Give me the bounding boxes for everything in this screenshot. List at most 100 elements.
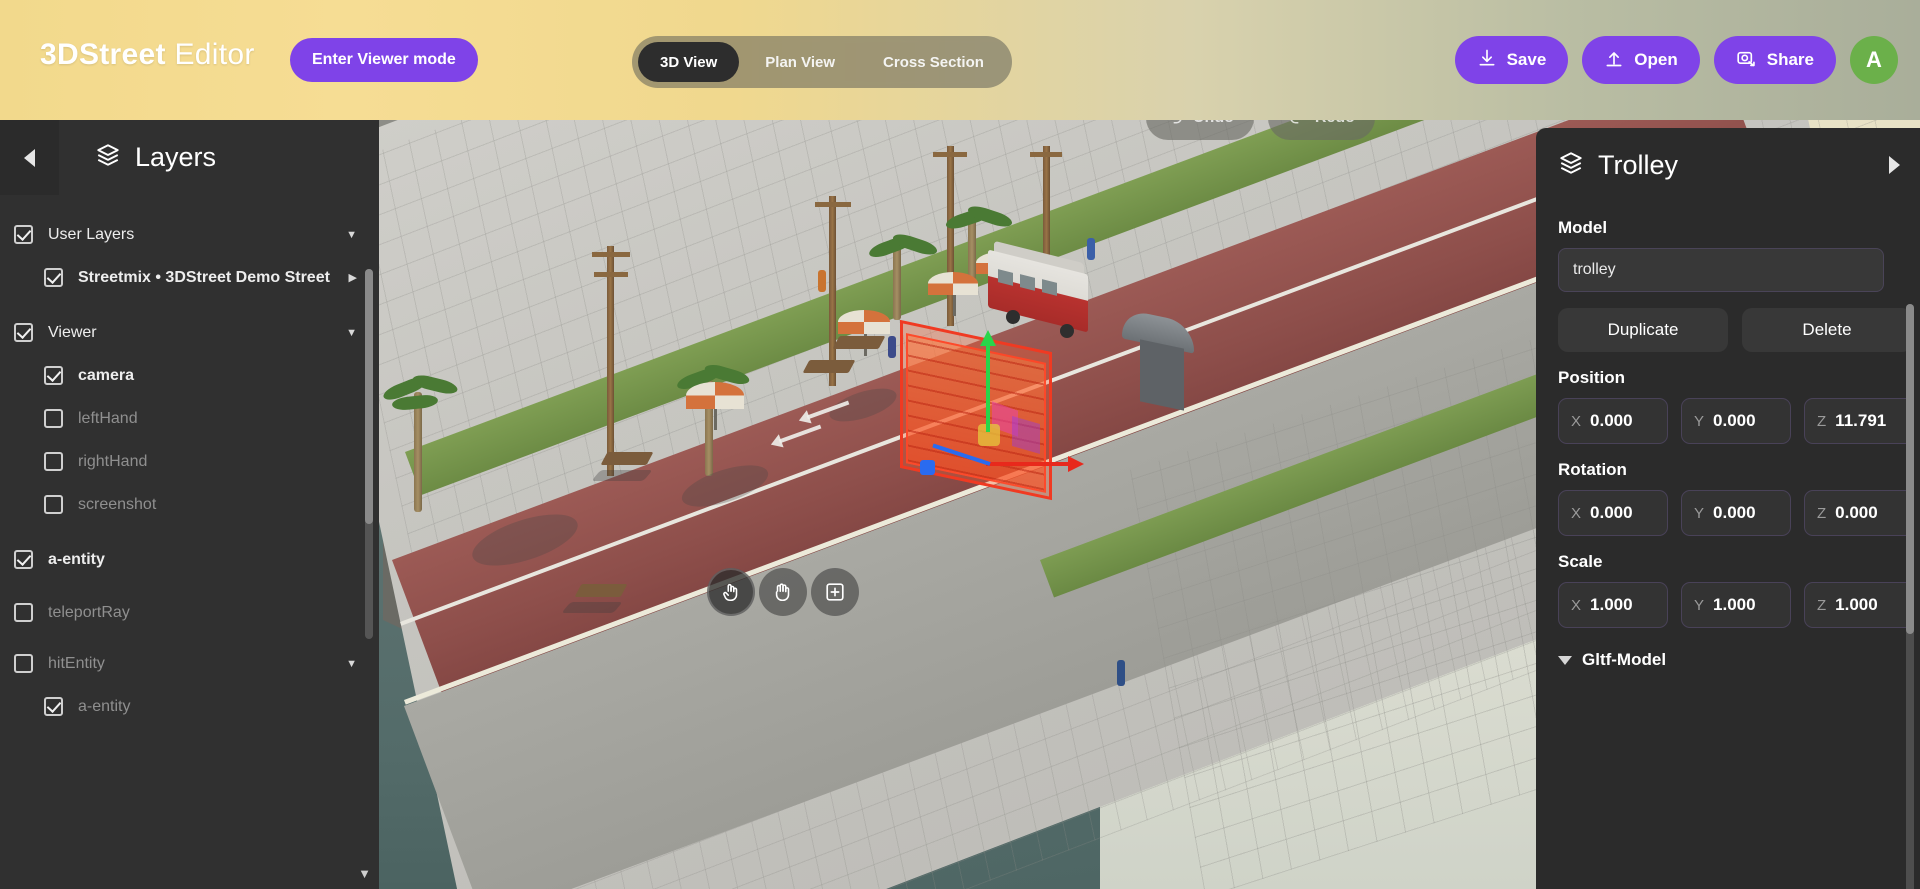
open-label: Open: [1634, 50, 1678, 69]
position-z-field[interactable]: Z 11.791: [1804, 398, 1914, 444]
scale-row: X 1.000 Y 1.000 Z 1.000: [1558, 582, 1920, 628]
axis-label-z: Z: [1817, 596, 1827, 614]
pan-hand-icon: [772, 581, 794, 603]
layer-label: Viewer: [48, 323, 97, 341]
axis-label-y: Y: [1694, 504, 1705, 522]
cafe-umbrella: [928, 272, 978, 295]
layer-checkbox[interactable]: [44, 366, 63, 385]
bench-shadow: [561, 602, 623, 613]
chevron-down-icon[interactable]: ▼: [346, 229, 357, 241]
layer-row-a-entity[interactable]: a-entity: [0, 538, 379, 581]
save-label: Save: [1506, 50, 1547, 69]
layer-label: leftHand: [78, 409, 138, 427]
layer-checkbox[interactable]: [44, 409, 63, 428]
tab-plan-view[interactable]: Plan View: [743, 42, 857, 82]
layers-scrollbar-thumb[interactable]: [365, 269, 373, 524]
layer-row-teleportray[interactable]: teleportRay: [0, 591, 379, 634]
layer-row-hitentity[interactable]: hitEntity ▼: [0, 642, 379, 685]
add-entity-icon: [824, 581, 846, 603]
bus-wheel: [1006, 310, 1020, 324]
rotation-label: Rotation: [1558, 460, 1627, 479]
layer-label: User Layers: [48, 225, 135, 243]
gizmo-axis-x-arrow[interactable]: [1068, 456, 1084, 472]
layer-checkbox[interactable]: [44, 268, 63, 287]
rotation-z-value: 0.000: [1835, 503, 1878, 522]
rotation-y-value: 0.000: [1713, 503, 1756, 522]
chevron-left-icon: [24, 148, 35, 167]
open-button[interactable]: Open: [1582, 36, 1700, 84]
scale-y-field[interactable]: Y 1.000: [1681, 582, 1791, 628]
layer-label: a-entity: [78, 697, 131, 715]
scale-z-field[interactable]: Z 1.000: [1804, 582, 1914, 628]
properties-scrollbar-thumb[interactable]: [1906, 304, 1914, 634]
header-actions: Save Open Share A: [1454, 36, 1898, 84]
model-input[interactable]: [1558, 248, 1884, 292]
scroll-down-icon[interactable]: ▼: [358, 866, 371, 881]
layer-checkbox[interactable]: [44, 697, 63, 716]
pointer-hand-icon-button[interactable]: [707, 568, 755, 616]
utility-pole-arm: [1030, 152, 1062, 157]
share-button[interactable]: Share: [1713, 36, 1836, 84]
gizmo-axis-z-handle[interactable]: [920, 460, 935, 475]
properties-panel: Trolley Model Duplicate Delete Position …: [1536, 128, 1920, 889]
logo-3d: 3D: [40, 38, 79, 71]
cafe-umbrella: [686, 382, 744, 409]
layer-checkbox[interactable]: [14, 654, 33, 673]
street-bench: [600, 452, 654, 465]
pan-hand-icon-button[interactable]: [759, 568, 807, 616]
rotation-x-field[interactable]: X 0.000: [1558, 490, 1668, 536]
layer-row-righthand[interactable]: rightHand: [0, 440, 379, 483]
enter-viewer-mode-button[interactable]: Enter Viewer mode: [290, 38, 478, 82]
download-icon: [1477, 48, 1497, 73]
layer-checkbox[interactable]: [44, 452, 63, 471]
axis-label-x: X: [1571, 596, 1582, 614]
tab-cross-section[interactable]: Cross Section: [861, 42, 1006, 82]
tab-3d-view[interactable]: 3D View: [638, 42, 740, 82]
camera-share-icon: [1736, 47, 1757, 73]
layer-checkbox[interactable]: [14, 603, 33, 622]
rotation-z-field[interactable]: Z 0.000: [1804, 490, 1914, 536]
utility-pole-arm: [592, 252, 630, 257]
layer-checkbox[interactable]: [14, 323, 33, 342]
layers-tree[interactable]: User Layers ▼ Streetmix • 3DStreet Demo …: [0, 195, 379, 889]
user-avatar[interactable]: A: [1850, 36, 1898, 84]
collapse-layers-panel-button[interactable]: [0, 120, 59, 195]
view-mode-switcher[interactable]: 3D View Plan View Cross Section: [632, 36, 1012, 88]
collapse-properties-panel-button[interactable]: [1868, 128, 1920, 202]
layer-checkbox[interactable]: [44, 495, 63, 514]
utility-pole: [829, 196, 836, 386]
layer-row-streetmix-demo[interactable]: Streetmix • 3DStreet Demo Street ▶: [0, 256, 379, 299]
layer-checkbox[interactable]: [14, 225, 33, 244]
layer-row-viewer[interactable]: Viewer ▼: [0, 311, 379, 354]
gizmo-axis-y-arrow[interactable]: [980, 330, 996, 346]
pedestrian: [818, 270, 826, 292]
position-z-value: 11.791: [1835, 411, 1887, 430]
position-label: Position: [1558, 368, 1626, 387]
layer-row-screenshot[interactable]: screenshot: [0, 483, 379, 526]
gltf-model-accordion[interactable]: Gltf-Model: [1558, 650, 1920, 670]
duplicate-button[interactable]: Duplicate: [1558, 308, 1728, 352]
add-entity-icon-button[interactable]: [811, 568, 859, 616]
position-row: X 0.000 Y 0.000 Z 11.791: [1558, 398, 1920, 444]
chevron-down-icon[interactable]: ▼: [346, 658, 357, 670]
gizmo-axis-y[interactable]: [986, 336, 990, 432]
position-y-field[interactable]: Y 0.000: [1681, 398, 1791, 444]
layer-row-a-entity-child[interactable]: a-entity: [0, 685, 379, 728]
layers-panel-header: Layers: [0, 120, 379, 195]
layer-row-user-layers[interactable]: User Layers ▼: [0, 213, 379, 256]
rotation-y-field[interactable]: Y 0.000: [1681, 490, 1791, 536]
position-x-field[interactable]: X 0.000: [1558, 398, 1668, 444]
share-label: Share: [1766, 50, 1814, 69]
layer-row-camera[interactable]: camera: [0, 354, 379, 397]
scale-x-field[interactable]: X 1.000: [1558, 582, 1668, 628]
save-button[interactable]: Save: [1454, 36, 1569, 84]
chevron-right-icon[interactable]: ▶: [349, 271, 357, 284]
layer-checkbox[interactable]: [14, 550, 33, 569]
axis-label-z: Z: [1817, 412, 1827, 430]
chevron-down-icon[interactable]: ▼: [346, 327, 357, 339]
app-logo[interactable]: 3DStreet Editor: [40, 38, 255, 72]
delete-button[interactable]: Delete: [1742, 308, 1912, 352]
gizmo-axis-x[interactable]: [986, 462, 1078, 466]
layer-label: teleportRay: [48, 603, 130, 621]
layer-row-lefthand[interactable]: leftHand: [0, 397, 379, 440]
